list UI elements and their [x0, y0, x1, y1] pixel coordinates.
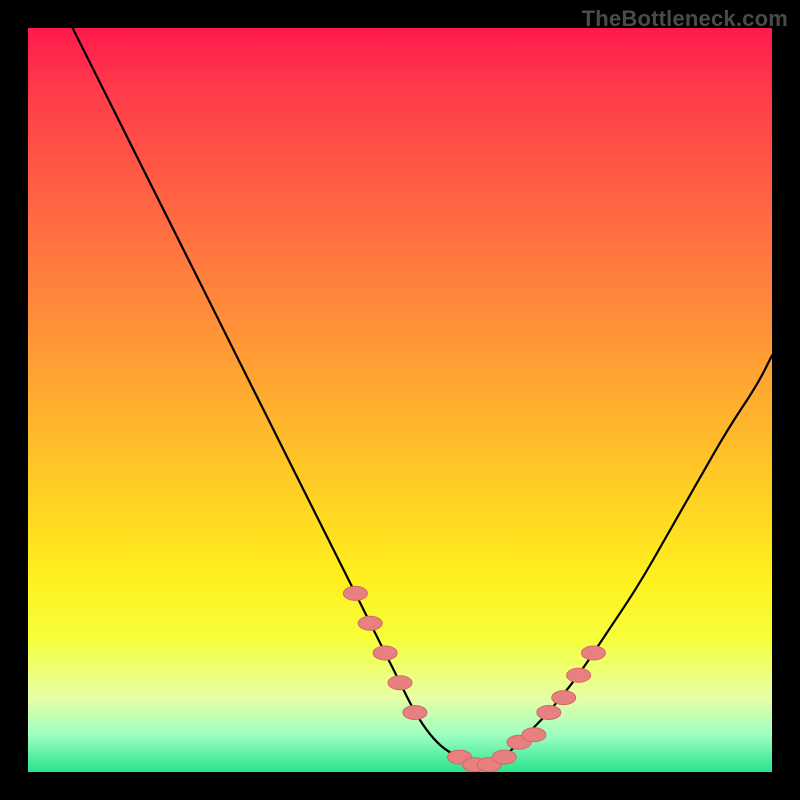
marker-point	[537, 706, 561, 720]
chart-frame: TheBottleneck.com	[0, 0, 800, 800]
marker-point	[552, 691, 576, 705]
highlighted-points	[343, 586, 605, 771]
plot-area	[28, 28, 772, 772]
marker-point	[358, 616, 382, 630]
marker-point	[343, 586, 367, 600]
marker-point	[403, 706, 427, 720]
bottleneck-curve	[73, 28, 772, 765]
marker-point	[522, 728, 546, 742]
marker-point	[581, 646, 605, 660]
marker-point	[373, 646, 397, 660]
marker-point	[567, 668, 591, 682]
chart-svg	[28, 28, 772, 772]
marker-point	[492, 750, 516, 764]
marker-point	[388, 676, 412, 690]
